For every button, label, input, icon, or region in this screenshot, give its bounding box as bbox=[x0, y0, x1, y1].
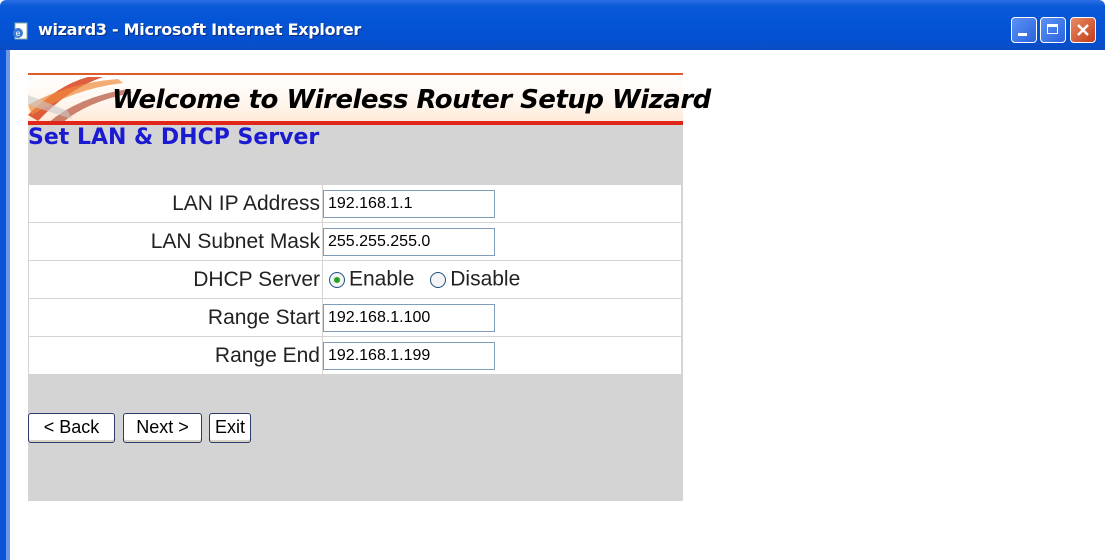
subnet-mask-label: LAN Subnet Mask bbox=[29, 223, 322, 260]
form-row-range-start: Range Start bbox=[29, 299, 681, 336]
ie-page-icon: e bbox=[13, 22, 28, 40]
range-end-label: Range End bbox=[29, 337, 322, 374]
window-left-border-inner bbox=[6, 50, 10, 560]
form-row-lan-ip: LAN IP Address bbox=[29, 185, 681, 222]
subnet-mask-cell bbox=[323, 223, 681, 260]
lan-ip-cell bbox=[323, 185, 681, 222]
form-row-dhcp: DHCP Server Enable Disable bbox=[29, 261, 681, 298]
dhcp-server-label: DHCP Server bbox=[29, 261, 322, 298]
range-end-input[interactable] bbox=[323, 341, 495, 370]
range-end-cell bbox=[323, 337, 681, 374]
range-start-label: Range Start bbox=[29, 299, 322, 336]
banner-title: Welcome to Wireless Router Setup Wizard bbox=[112, 85, 711, 115]
minimize-icon[interactable] bbox=[1011, 17, 1037, 43]
exit-button[interactable]: Exit bbox=[209, 413, 251, 443]
dhcp-server-cell: Enable Disable bbox=[323, 261, 681, 298]
window-title: wizard3 - Microsoft Internet Explorer bbox=[38, 20, 362, 39]
range-start-cell bbox=[323, 299, 681, 336]
form-row-subnet: LAN Subnet Mask bbox=[29, 223, 681, 260]
next-button[interactable]: Next > bbox=[123, 413, 202, 443]
dhcp-enable-label[interactable]: Enable bbox=[349, 268, 414, 291]
section-title: Set LAN & DHCP Server bbox=[28, 125, 320, 150]
close-icon[interactable] bbox=[1070, 17, 1096, 43]
back-button[interactable]: < Back bbox=[28, 413, 115, 443]
lan-ip-label: LAN IP Address bbox=[29, 185, 322, 222]
dhcp-disable-radio[interactable] bbox=[430, 271, 447, 288]
wizard-panel: Welcome to Wireless Router Setup Wizard … bbox=[28, 73, 711, 501]
maximize-icon[interactable] bbox=[1040, 17, 1066, 43]
dhcp-enable-radio[interactable] bbox=[329, 271, 345, 288]
lan-dhcp-form: LAN IP Address LAN Subnet Mask DHCP Serv… bbox=[28, 184, 682, 375]
svg-text:e: e bbox=[16, 29, 21, 38]
lan-ip-input[interactable] bbox=[323, 189, 495, 218]
form-row-range-end: Range End bbox=[29, 337, 681, 374]
wizard-banner: Welcome to Wireless Router Setup Wizard bbox=[28, 73, 711, 125]
dhcp-disable-label[interactable]: Disable bbox=[450, 268, 520, 291]
subnet-mask-input[interactable] bbox=[323, 227, 495, 256]
window-titlebar[interactable]: e wizard3 - Microsoft Internet Explorer bbox=[0, 0, 1105, 50]
range-start-input[interactable] bbox=[323, 303, 495, 332]
